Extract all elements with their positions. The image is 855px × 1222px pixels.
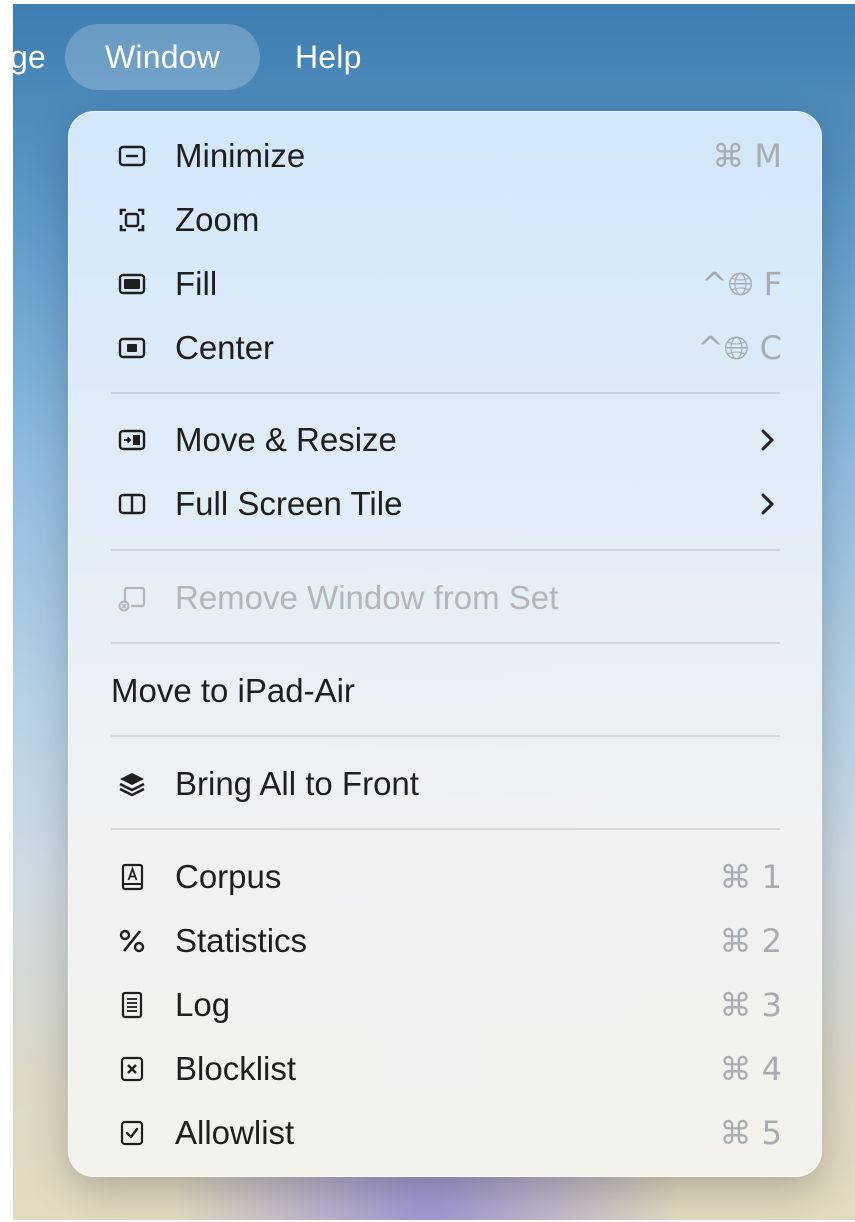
menu-item-label: Remove Window from Set (175, 579, 559, 616)
menu-item-label: Fill (175, 265, 218, 302)
menu-separator (111, 642, 780, 644)
menu-item-statistics[interactable]: Statistics ⌘ 2 (68, 909, 822, 973)
remove-window-icon (115, 581, 149, 615)
xmark-square-icon (115, 1052, 149, 1086)
menubar-item-window[interactable]: Window (65, 24, 261, 90)
menu-item-center[interactable]: Center ^🌐︎ C (68, 316, 822, 380)
checkmark-square-icon (115, 1116, 149, 1150)
menu-separator (111, 549, 780, 551)
menu-separator (111, 828, 780, 830)
menu-item-label: Move to iPad-Air (111, 672, 355, 709)
menu-item-full-screen-tile[interactable]: Full Screen Tile (68, 472, 822, 536)
shortcut-label: ⌘ M (712, 137, 782, 175)
menu-item-move-resize[interactable]: Move & Resize (68, 408, 822, 472)
shortcut-label: ⌘ 4 (719, 1050, 782, 1088)
menu-separator (111, 392, 780, 394)
menu-item-label: Bring All to Front (175, 765, 419, 802)
menu-item-corpus[interactable]: Corpus ⌘ 1 (68, 845, 822, 909)
menu-item-blocklist[interactable]: Blocklist ⌘ 4 (68, 1037, 822, 1101)
menu-bar: ge Window Help (10, 4, 855, 104)
shortcut-label: ^🌐︎ C (697, 329, 782, 367)
stack-icon (115, 767, 149, 801)
menu-item-label: Minimize (175, 137, 306, 174)
menu-item-label: Center (175, 329, 275, 366)
minimize-icon (115, 139, 149, 173)
chevron-right-icon (761, 429, 774, 451)
shortcut-label: ^🌐︎ F (701, 265, 782, 303)
shortcut-label: ⌘ 3 (719, 986, 782, 1024)
window-menu: Minimize ⌘ M Zoom Fill ^🌐︎ F Center ^🌐︎ … (68, 111, 822, 1177)
menubar-item-help[interactable]: Help (295, 24, 362, 90)
screen-edge-left (0, 0, 13, 1222)
chevron-right-icon (761, 493, 774, 515)
split-view-icon (115, 487, 149, 521)
menu-item-label: Corpus (175, 858, 282, 895)
menu-item-label: Log (175, 986, 231, 1023)
menu-item-fill[interactable]: Fill ^🌐︎ F (68, 252, 822, 316)
menu-item-log[interactable]: Log ⌘ 3 (68, 973, 822, 1037)
menu-item-allowlist[interactable]: Allowlist ⌘ 5 (68, 1101, 822, 1165)
menubar-item-partial[interactable]: ge (10, 24, 46, 90)
menu-item-label: Statistics (175, 922, 308, 959)
receipt-icon (115, 988, 149, 1022)
shortcut-label: ⌘ 1 (719, 858, 782, 896)
move-resize-icon (115, 423, 149, 457)
menu-item-minimize[interactable]: Minimize ⌘ M (68, 124, 822, 188)
menu-item-bring-all-to-front[interactable]: Bring All to Front (68, 752, 822, 816)
percent-icon (115, 924, 149, 958)
menu-separator (111, 735, 780, 737)
menu-item-label: Move & Resize (175, 421, 397, 458)
book-icon (115, 860, 149, 894)
shortcut-label: ⌘ 5 (719, 1114, 782, 1152)
menu-item-label: Allowlist (175, 1114, 295, 1151)
menu-item-label: Blocklist (175, 1050, 297, 1087)
shortcut-label: ⌘ 2 (719, 922, 782, 960)
center-icon (115, 331, 149, 365)
menu-item-label: Full Screen Tile (175, 485, 403, 522)
menu-item-zoom[interactable]: Zoom (68, 188, 822, 252)
menu-item-label: Zoom (175, 201, 260, 238)
zoom-icon (115, 203, 149, 237)
menu-item-move-to-ipad[interactable]: Move to iPad-Air (68, 659, 822, 723)
fill-icon (115, 267, 149, 301)
menu-item-remove-window-from-set: Remove Window from Set (68, 566, 822, 630)
